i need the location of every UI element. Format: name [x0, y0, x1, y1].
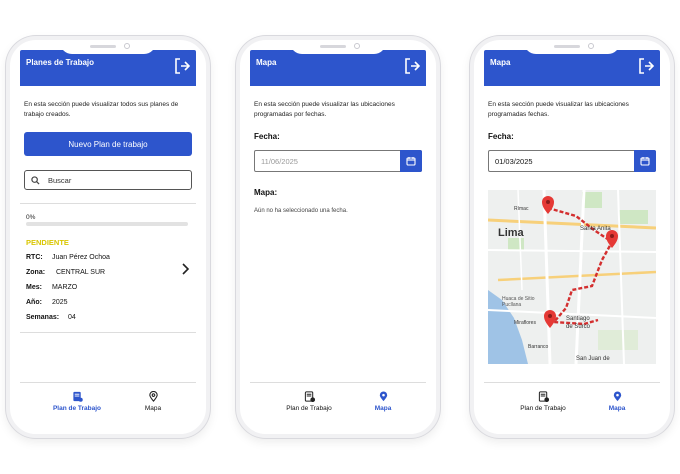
map-label-lima: Lima [498, 227, 525, 239]
map-label-santiago: Santiago [566, 316, 590, 322]
map-label-barranco: Barranco [528, 344, 549, 350]
section-description: En esta sección puede visualizar las ubi… [488, 101, 629, 118]
date-input[interactable]: 01/03/2025 [488, 150, 656, 172]
tab-mapa[interactable]: Mapa [582, 391, 652, 412]
bottom-tab-bar: Plan de Trabajo Mapa [250, 382, 426, 434]
map-pin-icon [613, 391, 621, 402]
clipboard-icon [304, 391, 315, 402]
phone-notch [290, 40, 386, 54]
logout-icon[interactable] [636, 56, 656, 76]
map-pin-icon [148, 391, 158, 402]
map-label-santa-anita: Santa Anita [580, 226, 611, 232]
logout-icon[interactable] [172, 56, 192, 76]
app-header: Mapa [484, 50, 660, 86]
map-label: Mapa: [254, 188, 278, 197]
new-plan-button[interactable]: Nuevo Plan de trabajo [24, 132, 192, 156]
app-header: Mapa [250, 50, 426, 86]
phone-plans-screen: Planes de Trabajo En esta sección puede … [6, 36, 210, 438]
map-marker-2[interactable] [606, 230, 618, 248]
phone-map-filled-screen: Mapa En esta sección puede visualizar la… [470, 36, 674, 438]
map-road [488, 249, 656, 253]
progress-label: 0% [26, 214, 36, 221]
date-placeholder: 11/06/2025 [261, 156, 298, 166]
map-label-surco: de Surco [566, 324, 591, 330]
tab-mapa[interactable]: Mapa [118, 391, 188, 412]
divider [20, 332, 196, 333]
map-label-san-juan: San Juan de [576, 356, 610, 362]
tab-plan-de-trabajo[interactable]: Plan de Trabajo [508, 391, 578, 412]
calendar-button[interactable] [400, 150, 422, 172]
search-placeholder: Buscar [48, 175, 72, 185]
route-map[interactable]: Lima Rímac Santa Anita Santiago de Surco… [488, 190, 656, 364]
empty-state-note: Aún no ha seleccionado una fecha. [254, 208, 348, 214]
chevron-right-icon[interactable] [180, 262, 190, 276]
plan-field-rtc: RTC: Juan Pérez Ochoa [26, 254, 110, 261]
map-marker-3[interactable] [544, 310, 556, 328]
date-input[interactable]: 11/06/2025 [254, 150, 422, 172]
bottom-tab-bar: Plan de Trabajo Mapa [20, 382, 196, 434]
map-label-rimac: Rímac [514, 206, 529, 212]
plan-field-semanas: Semanas: 04 [26, 314, 76, 321]
page-title: Mapa [490, 58, 511, 67]
status-badge: PENDIENTE [26, 238, 69, 247]
divider [20, 203, 196, 204]
search-input[interactable]: Buscar [24, 170, 192, 190]
section-description: En esta sección puede visualizar las ubi… [254, 101, 395, 118]
phone-notch [60, 40, 156, 54]
map-park [508, 238, 524, 250]
plan-field-anio: Año: 2025 [26, 299, 68, 306]
phone-notch [524, 40, 620, 54]
calendar-button[interactable] [634, 150, 656, 172]
page-title: Mapa [256, 58, 277, 67]
map-pin-icon [379, 391, 387, 402]
section-description: En esta sección puede visualizar todos s… [24, 101, 179, 118]
map-park [598, 330, 638, 350]
map-park [618, 210, 648, 224]
map-label-pucllana: Pucllana [502, 302, 521, 308]
calendar-icon [640, 157, 650, 166]
clipboard-icon [538, 391, 549, 402]
bottom-tab-bar: Plan de Trabajo Mapa [484, 382, 660, 434]
date-value: 01/03/2025 [495, 156, 533, 166]
progress-bar [26, 222, 188, 226]
search-icon [31, 175, 40, 185]
tab-plan-de-trabajo[interactable]: Plan de Trabajo [42, 391, 112, 412]
phone-map-empty-screen: Mapa En esta sección puede visualizar la… [236, 36, 440, 438]
date-label: Fecha: [488, 132, 514, 141]
page-title: Planes de Trabajo [26, 58, 95, 67]
tab-mapa[interactable]: Mapa [348, 391, 418, 412]
plan-field-mes: Mes: MARZO [26, 284, 78, 291]
date-label: Fecha: [254, 132, 280, 141]
logout-icon[interactable] [402, 56, 422, 76]
calendar-icon [406, 157, 416, 166]
plan-field-zona: Zona: CENTRAL SUR [26, 269, 106, 276]
map-label-miraflores: Miraflores [514, 320, 536, 326]
tab-plan-de-trabajo[interactable]: Plan de Trabajo [274, 391, 344, 412]
clipboard-icon [72, 391, 83, 402]
app-header: Planes de Trabajo [20, 50, 196, 86]
